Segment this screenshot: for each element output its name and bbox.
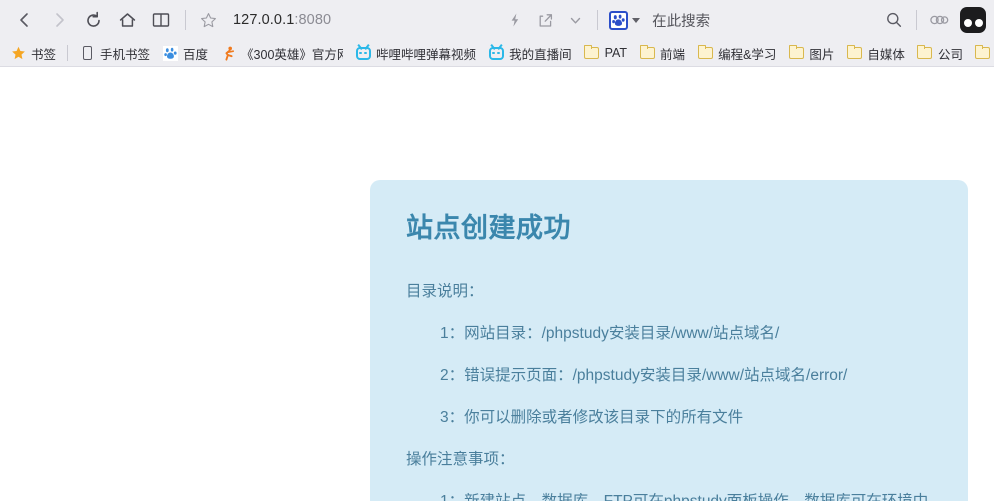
notes-section-label: 操作注意事项： bbox=[406, 451, 515, 468]
search-engine-selector[interactable]: 在此搜索 bbox=[605, 5, 710, 35]
reading-mode-button[interactable] bbox=[144, 3, 178, 37]
forward-button[interactable] bbox=[42, 3, 76, 37]
search-divider bbox=[597, 10, 599, 30]
search-button[interactable] bbox=[879, 5, 909, 35]
bookmark-label: 百度 bbox=[183, 47, 209, 62]
toolbar-more-button[interactable] bbox=[560, 5, 590, 35]
bookmark-label: 手机书签 bbox=[100, 47, 151, 62]
bilibili-tv-icon bbox=[488, 45, 504, 61]
bookmark-label: 《300英雄》官方网 bbox=[241, 47, 344, 62]
bookmark-folder-company[interactable]: 公司 bbox=[911, 42, 969, 64]
home-button[interactable] bbox=[110, 3, 144, 37]
browser-toolbar: 127.0.0.1:8080 在此搜索 bbox=[0, 0, 994, 40]
bookmark-folder-pictures[interactable]: 图片 bbox=[782, 42, 840, 64]
extensions-button[interactable] bbox=[924, 5, 954, 35]
avatar-eye-left bbox=[963, 18, 972, 27]
reload-arrow-icon bbox=[86, 11, 100, 27]
share-button[interactable] bbox=[530, 5, 560, 35]
back-button[interactable] bbox=[8, 3, 42, 37]
bookmark-item-baidu[interactable]: 百度 bbox=[156, 42, 214, 64]
search-input-placeholder[interactable]: 在此搜索 bbox=[652, 10, 710, 31]
directory-section-label: 目录说明： bbox=[406, 283, 484, 300]
bookmark-item-shuqian[interactable]: 书签 bbox=[4, 42, 62, 64]
bookmark-item-mobile[interactable]: 手机书签 bbox=[73, 42, 156, 64]
bookmark-star-button[interactable] bbox=[193, 5, 223, 35]
bookmark-label: 公司 bbox=[937, 47, 963, 62]
page-content: 站点创建成功 目录说明： 1：网站目录：/phpstudy安装目录/www/站点… bbox=[0, 67, 994, 501]
chevron-down-icon bbox=[570, 17, 580, 23]
folder-icon bbox=[917, 45, 933, 61]
bookmark-folder-programming-study[interactable]: 编程&学习 bbox=[691, 42, 782, 64]
extensions-divider bbox=[916, 10, 918, 30]
bookmark-folder-self-media[interactable]: 自媒体 bbox=[840, 42, 911, 64]
magnifier-icon bbox=[887, 12, 902, 28]
url-port: :8080 bbox=[294, 12, 332, 28]
bookmark-label: 图片 bbox=[809, 47, 835, 62]
baidu-paw-icon bbox=[162, 45, 178, 61]
bookmark-folder-frontend[interactable]: 前端 bbox=[633, 42, 691, 64]
lightning-button[interactable] bbox=[500, 5, 530, 35]
bookmark-label: 书签 bbox=[31, 47, 57, 62]
toolbar-divider bbox=[185, 10, 186, 30]
book-open-icon bbox=[152, 13, 170, 27]
links-chain-icon bbox=[930, 15, 949, 25]
bookmark-item-300heroes[interactable]: 《300英雄》官方网 bbox=[214, 42, 349, 64]
directory-item: 1：网站目录：/phpstudy安装目录/www/站点域名/ bbox=[440, 325, 780, 342]
folder-icon bbox=[697, 45, 713, 61]
bookmark-label: 编程&学习 bbox=[718, 47, 777, 62]
avatar[interactable] bbox=[960, 7, 987, 33]
avatar-eye-right bbox=[974, 18, 983, 27]
bookmark-label: 前端 bbox=[660, 47, 686, 62]
phone-icon bbox=[79, 45, 95, 61]
bookmark-folder-pat[interactable]: PAT bbox=[578, 42, 633, 64]
bookmark-label: 自媒体 bbox=[867, 47, 905, 62]
bookmark-label: PAT bbox=[604, 46, 628, 60]
bookmark-folder-overflow[interactable] bbox=[969, 42, 994, 64]
folder-icon bbox=[639, 45, 655, 61]
bilibili-tv-icon bbox=[355, 45, 371, 61]
directory-item: 3：你可以删除或者修改该目录下的所有文件 bbox=[440, 409, 744, 426]
folder-icon bbox=[788, 45, 804, 61]
chevron-down-icon[interactable] bbox=[632, 17, 641, 23]
bookmarks-divider bbox=[67, 45, 69, 61]
bookmark-item-bilibili[interactable]: 哔哩哔哩弹幕视频 bbox=[349, 42, 482, 64]
url-host: 127.0.0.1 bbox=[233, 12, 295, 28]
star-outline-icon bbox=[200, 12, 216, 27]
bookmarks-bar: 书签 手机书签 百度 《300英雄》官方网 哔哩哔哩弹幕视频 我的直播间 PAT… bbox=[0, 40, 994, 67]
lightning-bolt-icon bbox=[511, 13, 519, 27]
directory-item: 2：错误提示页面：/phpstudy安装目录/www/站点域名/error/ bbox=[440, 367, 848, 384]
address-bar[interactable]: 127.0.0.1:8080 bbox=[223, 3, 500, 37]
reload-button[interactable] bbox=[76, 3, 110, 37]
bookmark-label: 哔哩哔哩弹幕视频 bbox=[376, 47, 477, 62]
runner-icon bbox=[220, 45, 236, 61]
home-house-icon bbox=[119, 12, 135, 27]
folder-icon bbox=[975, 45, 991, 61]
notes-item: 1：新建站点、数据库、FTP可在phpstudy面板操作，数据库可在环境中 bbox=[440, 489, 946, 501]
paw-glyph-icon bbox=[612, 14, 625, 26]
forward-arrow-icon bbox=[56, 13, 64, 27]
back-arrow-icon bbox=[20, 13, 28, 27]
page-title: 站点创建成功 bbox=[406, 213, 571, 243]
bookmark-item-my-live-room[interactable]: 我的直播间 bbox=[482, 42, 578, 64]
bookmark-label: 我的直播间 bbox=[509, 47, 572, 62]
folder-icon bbox=[584, 45, 600, 61]
share-box-icon bbox=[539, 13, 552, 27]
browser-chrome: 127.0.0.1:8080 在此搜索 书签 手机书签 百度 《300英雄》官方… bbox=[0, 0, 994, 67]
baidu-paw-icon[interactable] bbox=[609, 10, 629, 30]
folder-icon bbox=[846, 45, 862, 61]
url-text: 127.0.0.1:8080 bbox=[233, 12, 331, 28]
site-created-card: 站点创建成功 目录说明： 1：网站目录：/phpstudy安装目录/www/站点… bbox=[370, 180, 968, 501]
star-filled-icon bbox=[10, 45, 26, 61]
